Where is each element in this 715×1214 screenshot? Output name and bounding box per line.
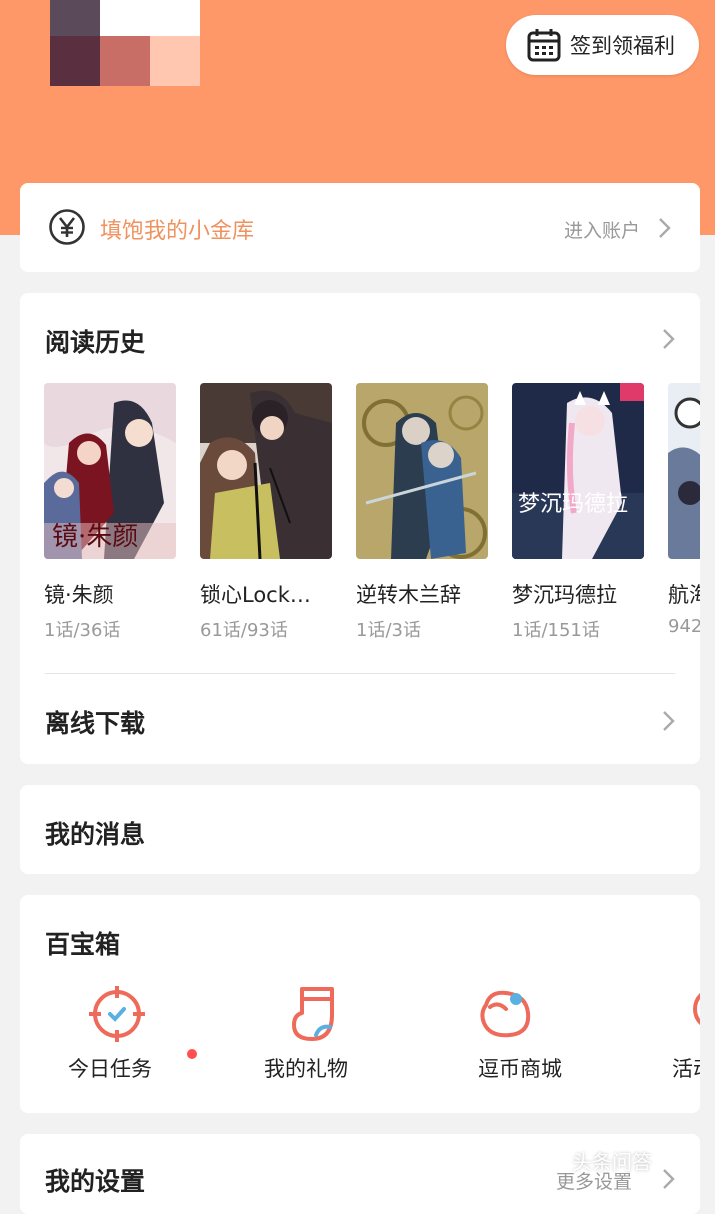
book-title: 梦沉玛德拉 — [512, 583, 617, 607]
book-cover — [356, 383, 488, 559]
signin-label: 签到领福利 — [570, 34, 675, 58]
toolbox-card: 百宝箱 今日任务 我的礼物 逗币商城 活 — [20, 895, 700, 1113]
book-progress: 1话/151话 — [512, 620, 600, 641]
wallet-title: 填饱我的小金库 — [100, 219, 255, 244]
history-book-item[interactable]: 梦沉玛德拉 梦沉玛德拉 1话/151话 — [512, 383, 644, 641]
my-settings-title: 我的设置 — [45, 1167, 146, 1196]
balloon-icon — [693, 992, 700, 1026]
toolbox-item-label: 活动 — [672, 1057, 700, 1081]
offline-download-row[interactable]: 离线下载 — [20, 674, 700, 764]
wallet-card[interactable]: 填饱我的小金库 进入账户 — [20, 183, 700, 272]
chevron-right-icon — [657, 217, 671, 239]
reading-history-card: 阅读历史 镜·朱颜 镜·朱颜 1话/36话 锁心Lock… 61话/93话 逆转… — [20, 293, 700, 764]
history-book-item[interactable]: 航海 942 — [668, 383, 700, 637]
toolbox-item-label: 我的礼物 — [264, 1057, 348, 1081]
watermark-text: 头条问答 — [572, 1150, 652, 1174]
enter-account-link[interactable]: 进入账户 — [564, 216, 640, 243]
book-cover — [668, 383, 700, 559]
book-progress: 1话/3话 — [356, 620, 421, 641]
book-progress: 1话/36话 — [44, 620, 121, 641]
watermark: 头条问答 — [572, 1146, 652, 1175]
toolbox-item-label: 今日任务 — [68, 1057, 152, 1081]
history-book-item[interactable]: 镜·朱颜 镜·朱颜 1话/36话 — [44, 383, 176, 641]
history-book-item[interactable]: 锁心Lock… 61话/93话 — [200, 383, 332, 641]
avatar-pixel — [100, 0, 150, 36]
book-progress: 61话/93话 — [200, 620, 288, 641]
avatar-pixel — [100, 36, 150, 86]
svg-text:镜·朱颜: 镜·朱颜 — [52, 522, 138, 552]
avatar-pixel — [150, 36, 200, 86]
reading-history-title: 阅读历史 — [45, 328, 146, 357]
avatar-pixel — [50, 0, 100, 36]
toolbox-title: 百宝箱 — [45, 930, 121, 959]
sock-gift-icon — [292, 987, 334, 1041]
target-icon — [89, 986, 145, 1042]
my-messages-title: 我的消息 — [45, 820, 146, 849]
coin-bean-icon — [480, 990, 531, 1038]
book-title: 逆转木兰辞 — [356, 583, 461, 607]
svg-text:梦沉玛德拉: 梦沉玛德拉 — [518, 492, 628, 517]
history-book-item[interactable]: 逆转木兰辞 1话/3话 — [356, 383, 488, 641]
book-progress: 942 — [668, 616, 700, 637]
avatar[interactable] — [50, 0, 200, 86]
book-title: 锁心Lock… — [200, 583, 311, 607]
avatar-pixel — [150, 0, 200, 36]
book-cover: 镜·朱颜 — [44, 383, 176, 559]
avatar-pixel — [50, 36, 100, 86]
toolbox-items: 今日任务 我的礼物 逗币商城 活动 — [20, 985, 700, 1095]
book-title: 航海 — [668, 583, 700, 607]
notification-dot — [187, 1049, 197, 1059]
calendar-icon — [527, 29, 561, 62]
book-cover — [200, 383, 332, 559]
book-title: 镜·朱颜 — [44, 583, 114, 607]
signin-button[interactable]: 签到领福利 — [506, 15, 699, 75]
chevron-right-icon[interactable] — [661, 328, 675, 350]
my-messages-card[interactable]: 我的消息 — [20, 785, 700, 874]
history-book-list: 镜·朱颜 镜·朱颜 1话/36话 锁心Lock… 61话/93话 逆转木兰辞 1… — [44, 383, 700, 643]
book-cover: 梦沉玛德拉 — [512, 383, 644, 559]
chevron-right-icon — [661, 710, 675, 732]
offline-download-title: 离线下载 — [45, 709, 146, 738]
yen-coin-icon — [49, 209, 85, 245]
toolbox-item-label: 逗币商城 — [478, 1057, 562, 1081]
